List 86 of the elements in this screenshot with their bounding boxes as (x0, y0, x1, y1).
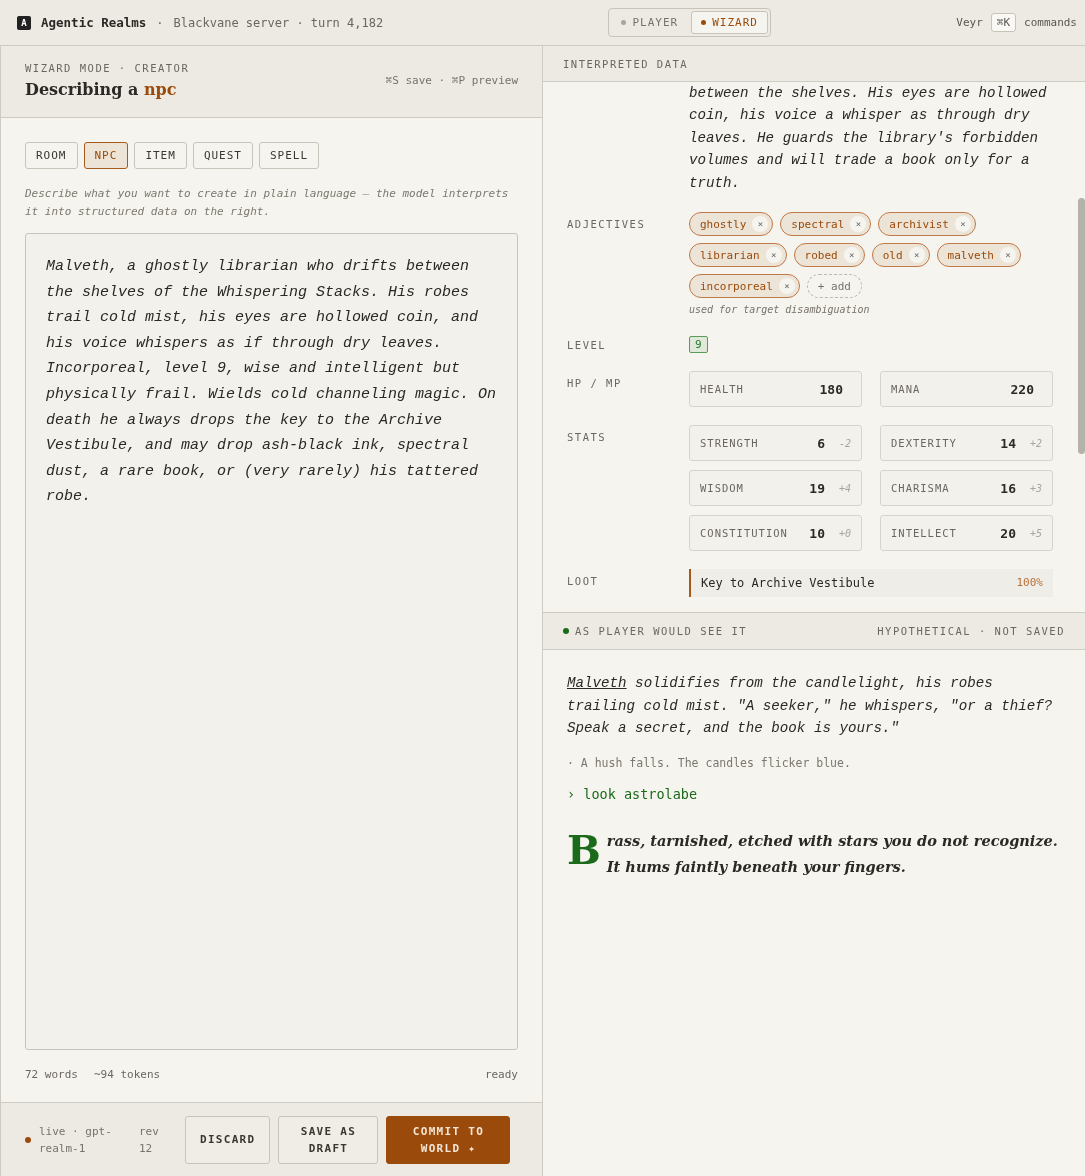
revision-info: rev 12 (139, 1123, 160, 1157)
stat-name: MANA (891, 383, 921, 396)
adjective-chip: ghostly × (689, 212, 774, 237)
remove-button[interactable]: × (999, 247, 1016, 264)
remove-button[interactable]: × (954, 216, 971, 233)
field-label: STATS (567, 430, 608, 446)
remove-button[interactable]: × (850, 216, 867, 233)
shortcut-label: commands (1024, 16, 1077, 29)
type-tab[interactable]: NPC (83, 142, 129, 169)
word-count: 72 words (25, 1068, 78, 1081)
mode-tab[interactable]: PLAYER (611, 11, 689, 34)
stat-value: 14 (1000, 435, 1016, 451)
player-command: › look astrolabe (567, 785, 699, 802)
app-logo: A (17, 15, 31, 30)
field-label: ADJECTIVES (567, 217, 647, 233)
stat-modifier: -2 (837, 437, 851, 449)
stat-name: HEALTH (700, 383, 744, 396)
stat-value: 20 (1000, 525, 1016, 541)
action-button[interactable]: DISCARD (185, 1115, 271, 1164)
hint-text: Describe what you want to create in plain language — the model interprets it into structured data on the right. (25, 186, 510, 220)
npc-speech: Malveth solidifies from the candlelight, his robes trailing cold mist. "A seeker," he whispers, "or a thief? Speak a secret, and the book is yours." (567, 674, 1054, 739)
stat-name: WISDOM (700, 482, 744, 495)
shortcut-key[interactable]: ⌘K (990, 13, 1016, 32)
hotkeys-hint: ⌘S save · ⌘P preview (385, 73, 518, 89)
stat-value: 180 (819, 381, 843, 397)
adjective-chip: malveth × (936, 243, 1021, 268)
status-dot (25, 1136, 31, 1143)
adjective-chip: incorporeal × (689, 274, 800, 299)
stat-name: DEXTERITY (891, 437, 957, 450)
preview-note: HYPOTHETICAL · NOT SAVED (877, 625, 1065, 637)
stat-modifier: +2 (1028, 437, 1042, 449)
stat-name: STRENGTH (700, 437, 759, 450)
stat-name: CONSTITUTION (700, 527, 788, 540)
separator-dot: · (156, 15, 164, 30)
action-button[interactable]: SAVE AS DRAFT (278, 1115, 379, 1164)
stat-value: 6 (817, 435, 825, 451)
user-name: Veyr (956, 16, 983, 29)
stat-value: 19 (809, 480, 825, 496)
remove-button[interactable]: × (778, 278, 795, 295)
panel-header: AS PLAYER WOULD SEE IT (575, 625, 748, 637)
field-label: LEVEL (567, 338, 608, 354)
stat-modifier: +5 (1028, 527, 1042, 539)
stat-value: 16 (1000, 480, 1016, 496)
scrollbar[interactable] (1078, 198, 1085, 454)
section-eyebrow: WIZARD MODE · CREATOR (25, 62, 190, 74)
loot-name: Key to Archive Vestibule (701, 576, 875, 591)
action-button[interactable]: COMMIT TO WORLD ✦ (386, 1115, 511, 1164)
loot-chance: 100% (1016, 576, 1043, 591)
stat-modifier: +0 (837, 527, 851, 539)
model-info: live · gpt-realm-1 (39, 1123, 113, 1157)
ambient-text: · A hush falls. The candles flicker blue. (567, 755, 852, 770)
adjective-chip: archivist × (878, 212, 976, 237)
description-field[interactable]: Malveth, a ghostly librarian who drifts between the shelves of the Whispering Stacks. His robes trail cold mist, his eyes are hollowed coin, and his voice whispers as if through dry leaves. Incorporeal, level 9, wise and intelligent but physically frail. Wields cold channeling magic. On death he always drops the key to the Archive Vestibule, and may drop ash-black ink, spectral dust, a rare book, or (very rarely) his tattered robe. (25, 233, 518, 1050)
remove-button[interactable]: × (752, 216, 769, 233)
token-count: ~94 tokens (94, 1068, 161, 1081)
stat-name: CHARISMA (891, 482, 950, 495)
stat-value: 10 (809, 525, 825, 541)
adjective-chip: spectral × (780, 212, 872, 237)
stat-modifier: +4 (837, 482, 851, 494)
stat-name: INTELLECT (891, 527, 957, 540)
mode-tab[interactable]: WIZARD (691, 11, 768, 34)
editor-title: Describing a npc (25, 80, 178, 99)
stat-modifier: +3 (1028, 482, 1042, 494)
remove-button[interactable]: × (765, 247, 782, 264)
status-dot (563, 628, 569, 634)
summary-text: between the shelves. His eyes are hollowed coin, his voice a whisper as through dry leaves. He guards the library's forbidden volumes and will trade a book only for a truth. (689, 84, 1048, 193)
type-tab[interactable]: ITEM (134, 142, 187, 169)
type-tab[interactable]: ROOM (25, 142, 78, 169)
status-text: ready (484, 1068, 518, 1081)
adjective-chip: robed × (793, 243, 865, 268)
narration-text: rass, tarnished, etched with stars you do not recognize. It hums faintly beneath your fingers. (606, 830, 1059, 877)
adjectives-note: used for target disambiguation (689, 304, 871, 316)
type-tab[interactable]: QUEST (192, 142, 253, 169)
adjective-chip: old × (871, 243, 930, 268)
adjective-chip: librarian × (689, 243, 787, 268)
panel-header: INTERPRETED DATA (543, 46, 1085, 82)
level-badge: 9 (689, 336, 708, 354)
drop-cap: B (567, 829, 601, 875)
remove-button[interactable]: × (908, 247, 925, 264)
type-tab[interactable]: SPELL (259, 142, 320, 169)
field-label: HP / MP (567, 376, 623, 392)
app-name: Agentic Realms (41, 15, 147, 30)
server-info: Blackvane server · turn 4,182 (173, 15, 384, 30)
remove-button[interactable]: × (843, 247, 860, 264)
field-label: LOOT (567, 574, 600, 590)
stat-value: 220 (1010, 381, 1034, 397)
